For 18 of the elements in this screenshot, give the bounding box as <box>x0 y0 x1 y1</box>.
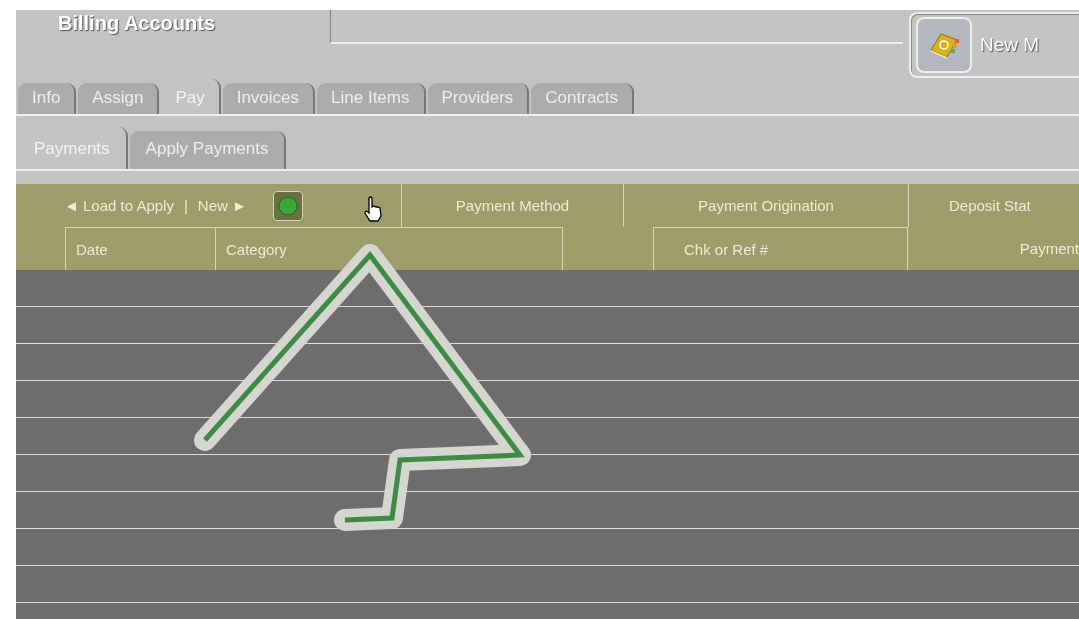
tab[interactable]: Contracts <box>531 83 635 114</box>
column-header: Deposit Stat <box>948 196 1032 216</box>
tab[interactable]: Assign <box>78 83 160 114</box>
column-header: Payment Method <box>402 184 624 227</box>
tab[interactable]: Info <box>18 83 77 114</box>
tab[interactable]: Providers <box>427 83 530 114</box>
tab[interactable]: Line Items <box>317 83 426 114</box>
new-button[interactable]: New M <box>909 12 1079 78</box>
tab[interactable]: Invoices <box>222 83 316 114</box>
load-to-apply-link[interactable]: ◄ Load to Apply <box>64 197 174 214</box>
separator: | <box>183 197 188 214</box>
add-button[interactable] <box>272 190 303 221</box>
tab[interactable]: Apply Payments <box>129 131 287 169</box>
new-link[interactable]: New ► <box>197 197 247 214</box>
window-title: Billing Accounts <box>57 11 217 35</box>
input-field[interactable] <box>330 10 903 44</box>
hand-cursor-icon <box>362 196 384 222</box>
column-header: Payment Origination <box>624 184 909 227</box>
